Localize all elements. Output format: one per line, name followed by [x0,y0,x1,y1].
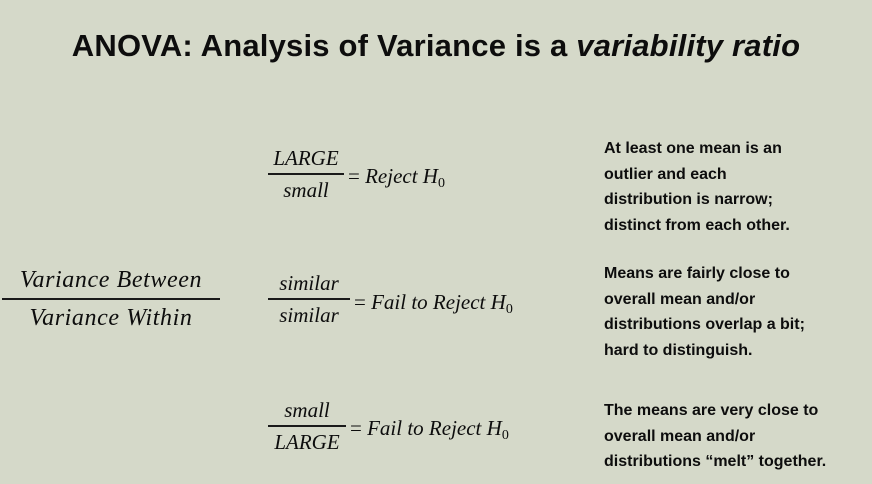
title-text: ANOVA: Analysis of Variance is a [71,28,577,63]
variance-ratio-fraction: Variance Between Variance Within [2,268,220,330]
equals-sign: = [354,290,372,314]
equals-sign: = [348,164,366,188]
title-emphasis: variability ratio [576,28,801,63]
rule-2-numerator: similar [279,271,339,295]
fraction-denominator: Variance Within [29,304,193,331]
rule-2-description: Means are fairly close to overall mean a… [604,261,866,363]
subscript: 0 [501,428,509,443]
description-line: outlier and each [604,165,727,183]
rule-3-numerator: small [284,398,330,422]
rule-1-fraction: LARGE small [268,148,344,201]
equals-sign: = [350,416,368,440]
rule-3-result: = Fail to Reject H0 [350,416,509,443]
rule-1-description: At least one mean is an outlier and each… [604,136,866,238]
rule-3-fraction: small LARGE [268,400,346,453]
description-line: overall mean and/or [604,427,756,445]
description-line: distribution is narrow; [604,191,773,208]
description-line: The means are very close to [604,402,819,419]
rule-1-denominator: small [283,177,329,202]
rule-2-result: = Fail to Reject H0 [354,290,513,317]
subscript: 0 [437,176,445,191]
description-line: distributions overlap a bit; [604,316,805,333]
slide-title: ANOVA: Analysis of Variance is a variabi… [0,28,872,64]
rule-3-denominator: LARGE [274,429,340,454]
rule-2-fraction: similar similar [268,273,350,326]
rule-3-result-text: Fail to Reject H [367,416,502,440]
description-line: overall mean and/or [604,290,756,308]
description-line: hard to distinguish. [604,341,753,359]
description-line: At least one mean is an [604,140,782,157]
fraction-numerator: Variance Between [19,267,203,293]
description-line: Means are fairly close to [604,265,790,282]
rule-3-description: The means are very close to overall mean… [604,398,866,475]
rule-1-numerator: LARGE [273,146,339,170]
rule-2-denominator: similar [279,302,339,327]
description-line: distributions “melt” together. [604,453,827,470]
rule-2-result-text: Fail to Reject H [371,290,506,314]
description-line: distinct from each other. [604,216,790,234]
rule-1-result: = Reject H0 [348,164,445,191]
rule-1-result-text: Reject H [365,164,438,188]
subscript: 0 [505,302,513,317]
